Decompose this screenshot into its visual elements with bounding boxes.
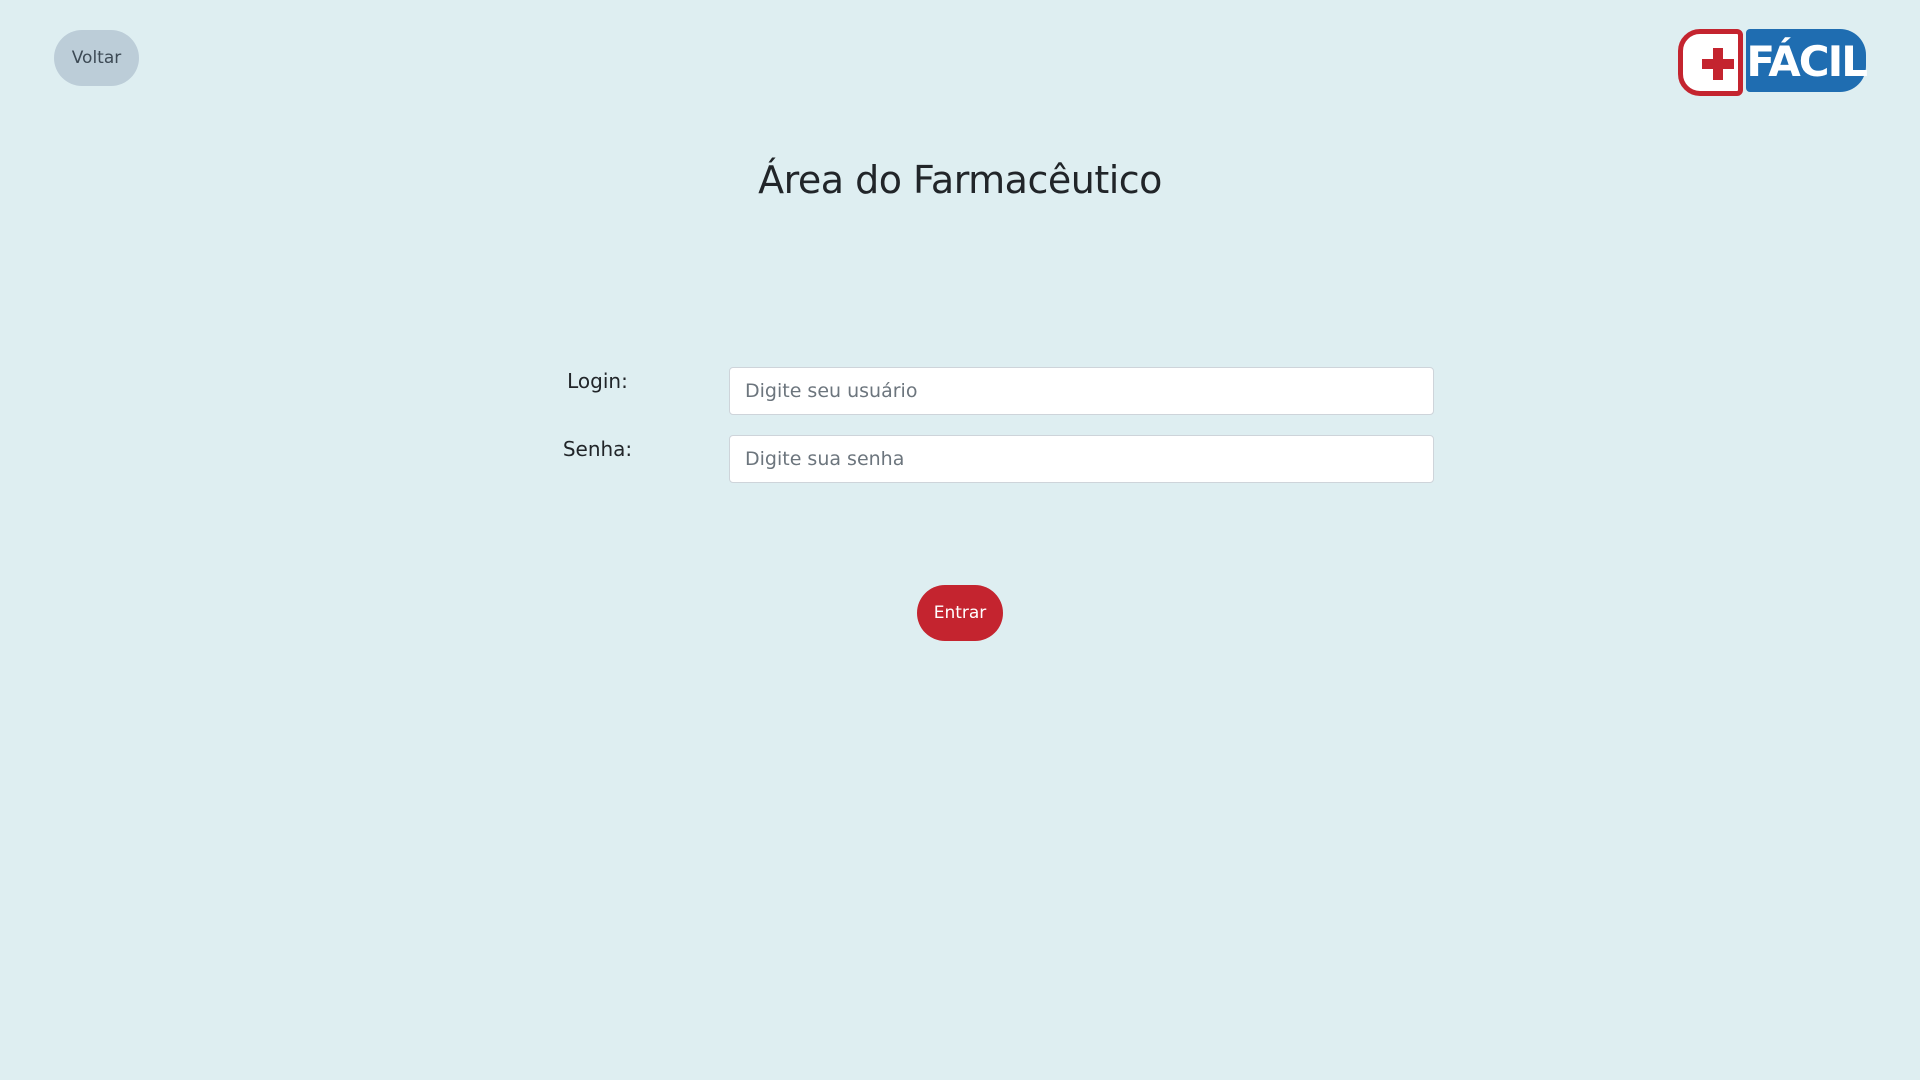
logo-cross-box [1678,29,1744,96]
submit-button[interactable]: Entrar [917,585,1003,641]
password-label: Senha: [562,437,633,461]
password-row: Senha: [540,435,1434,483]
login-input[interactable] [729,367,1434,415]
plus-cross-icon [1702,48,1734,80]
back-button[interactable]: Voltar [54,30,139,86]
login-label: Login: [567,369,628,393]
login-row: Login: [540,367,1434,415]
brand-logo: FÁCIL [1678,29,1868,96]
password-input[interactable] [729,435,1434,483]
logo-wordmark: FÁCIL [1746,29,1868,92]
page-title: Área do Farmacêutico [758,158,1162,202]
